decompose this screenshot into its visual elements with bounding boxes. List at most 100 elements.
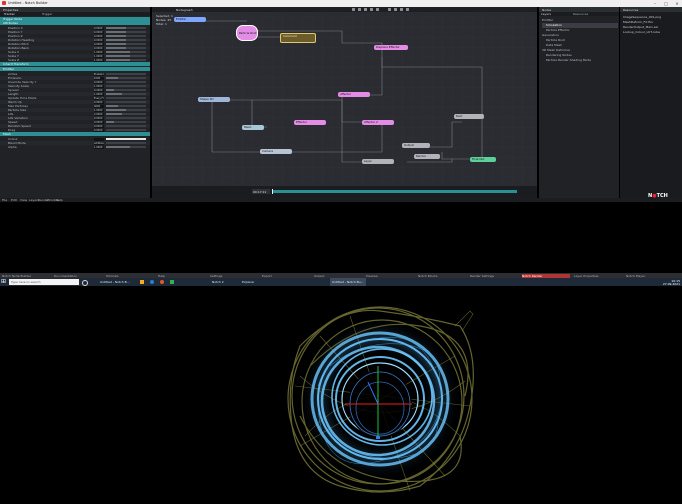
property-slider[interactable] (106, 129, 146, 131)
move-icon[interactable] (358, 8, 361, 11)
property-slider[interactable] (106, 142, 146, 144)
node-list-item[interactable]: Particle Render Shading Mode (542, 58, 618, 63)
tab-resources[interactable]: Resources (573, 12, 588, 16)
tab-trigger[interactable]: Trigger (40, 12, 54, 16)
menu-item[interactable]: View (20, 198, 27, 202)
property-slider[interactable] (106, 55, 146, 57)
edge-icon[interactable] (150, 280, 154, 284)
pause-icon[interactable] (394, 8, 397, 11)
section-header[interactable]: Attributes (0, 21, 150, 25)
property-slider[interactable] (106, 27, 146, 29)
property-slider[interactable] (106, 138, 146, 140)
workspace-tab[interactable]: Render Settings (470, 274, 518, 278)
workspace-tab[interactable]: Output (314, 274, 362, 278)
snap-icon[interactable] (376, 8, 379, 11)
folder-icon[interactable] (140, 280, 144, 284)
scale-icon[interactable] (370, 8, 373, 11)
menu-item[interactable]: Edit (11, 198, 17, 202)
property-slider[interactable] (106, 97, 146, 99)
search-placeholder: Type here to search (11, 280, 41, 284)
timeline-track[interactable] (272, 190, 517, 193)
property-value[interactable]: 1.0000 (94, 145, 104, 149)
graph-node[interactable]: Mesh (242, 125, 264, 130)
graph-node[interactable]: Output (402, 143, 430, 148)
property-slider[interactable] (106, 51, 146, 53)
chrome-icon[interactable] (160, 280, 164, 284)
graph-node[interactable]: Comment (280, 33, 316, 43)
property-slider[interactable] (106, 113, 146, 115)
graph-node[interactable]: Affector (338, 92, 370, 97)
property-slider[interactable] (106, 146, 146, 148)
close-icon[interactable]: × (672, 1, 682, 6)
menu-item[interactable]: Help (56, 198, 63, 202)
property-slider[interactable] (106, 31, 146, 33)
workspace-tab[interactable]: Help (158, 274, 206, 278)
workspace-tab[interactable]: Tutorials (106, 274, 154, 278)
workspace-tab[interactable]: Notch Node Builder (2, 274, 50, 278)
workspace-tab[interactable]: Settings (210, 274, 258, 278)
taskbar-app-4[interactable]: Untitled - Notch Bu... (330, 278, 366, 286)
taskbar-app-2[interactable]: Notch 2 (210, 278, 238, 286)
minimize-icon[interactable]: – (650, 1, 660, 6)
property-slider[interactable] (106, 85, 146, 87)
graph-node[interactable]: Effector (294, 120, 326, 125)
property-slider[interactable] (106, 93, 146, 95)
tab-nodegraph[interactable]: Nodegraph (176, 8, 193, 12)
menu-item[interactable]: File (2, 198, 7, 202)
timeline-playhead[interactable] (272, 189, 273, 194)
resource-item[interactable]: Lookup_Colour_LUT.cube (623, 30, 681, 35)
tab-tracker[interactable]: Tracker (2, 12, 17, 16)
rotate-icon[interactable] (364, 8, 367, 11)
property-slider[interactable] (106, 43, 146, 45)
play-icon[interactable] (388, 8, 391, 11)
property-slider[interactable] (106, 39, 146, 41)
property-slider[interactable] (106, 77, 146, 79)
graph-node[interactable]: Shape 3D (198, 97, 230, 102)
property-slider[interactable] (106, 73, 146, 75)
property-slider[interactable] (106, 117, 146, 119)
property-slider[interactable] (106, 59, 146, 61)
graph-node[interactable]: Layer (362, 159, 394, 164)
property-slider[interactable] (106, 121, 146, 123)
graph-node[interactable]: Render (414, 154, 440, 159)
stop-icon[interactable] (400, 8, 403, 11)
workspace-tab[interactable]: Documentation (54, 274, 102, 278)
taskbar-app-3[interactable]: Explorer (240, 278, 264, 286)
search-input[interactable]: Type here to search (9, 279, 79, 285)
workspace-tab[interactable]: Layer Properties (574, 274, 622, 278)
property-slider[interactable] (106, 109, 146, 111)
property-slider[interactable] (106, 125, 146, 127)
workspace-tab[interactable]: Preview (366, 274, 414, 278)
render-viewport[interactable] (0, 286, 682, 500)
graph-node[interactable]: Root (454, 114, 484, 119)
timeline-panel[interactable]: 00:17:19 (152, 186, 537, 198)
section-header[interactable]: Mesh (0, 132, 150, 136)
tab-layers[interactable]: Layers (541, 12, 551, 16)
property-slider[interactable] (106, 105, 146, 107)
workspace-tab[interactable]: Notch Player (626, 274, 674, 278)
node-graph-panel[interactable]: Emitter Particle Root Comment Displace Effe… (152, 7, 537, 198)
section-header[interactable]: Emitter (0, 67, 150, 71)
record-icon[interactable] (406, 8, 409, 11)
property-slider[interactable] (106, 89, 146, 91)
select-icon[interactable] (352, 8, 355, 11)
app-icon-green[interactable] (170, 280, 174, 284)
start-icon[interactable]: ⊞ (1, 279, 7, 285)
graph-node[interactable]: Emitter (174, 17, 206, 22)
maximize-icon[interactable]: □ (661, 1, 671, 6)
graph-node[interactable]: Final Out (470, 157, 496, 162)
property-slider[interactable] (106, 35, 146, 37)
workspace-tab[interactable]: Export (262, 274, 310, 278)
property-slider[interactable] (106, 101, 146, 103)
graph-node[interactable]: Displace Effector (374, 45, 408, 50)
property-slider[interactable] (106, 47, 146, 49)
graph-node[interactable]: Particle Root (236, 25, 258, 41)
workspace-tab[interactable]: Notch Blocks (418, 274, 466, 278)
app-status-bar: File Edit View Layers Render Window Help (0, 198, 682, 202)
graph-node[interactable]: Affector 2 (362, 120, 394, 125)
graph-node[interactable]: Camera (260, 149, 292, 154)
workspace-tab[interactable]: Notch Render (522, 273, 570, 278)
section-header[interactable]: Inherit Transform (0, 62, 150, 66)
timeline-time-box[interactable]: 00:17:19 (252, 189, 270, 194)
property-slider[interactable] (106, 81, 146, 83)
